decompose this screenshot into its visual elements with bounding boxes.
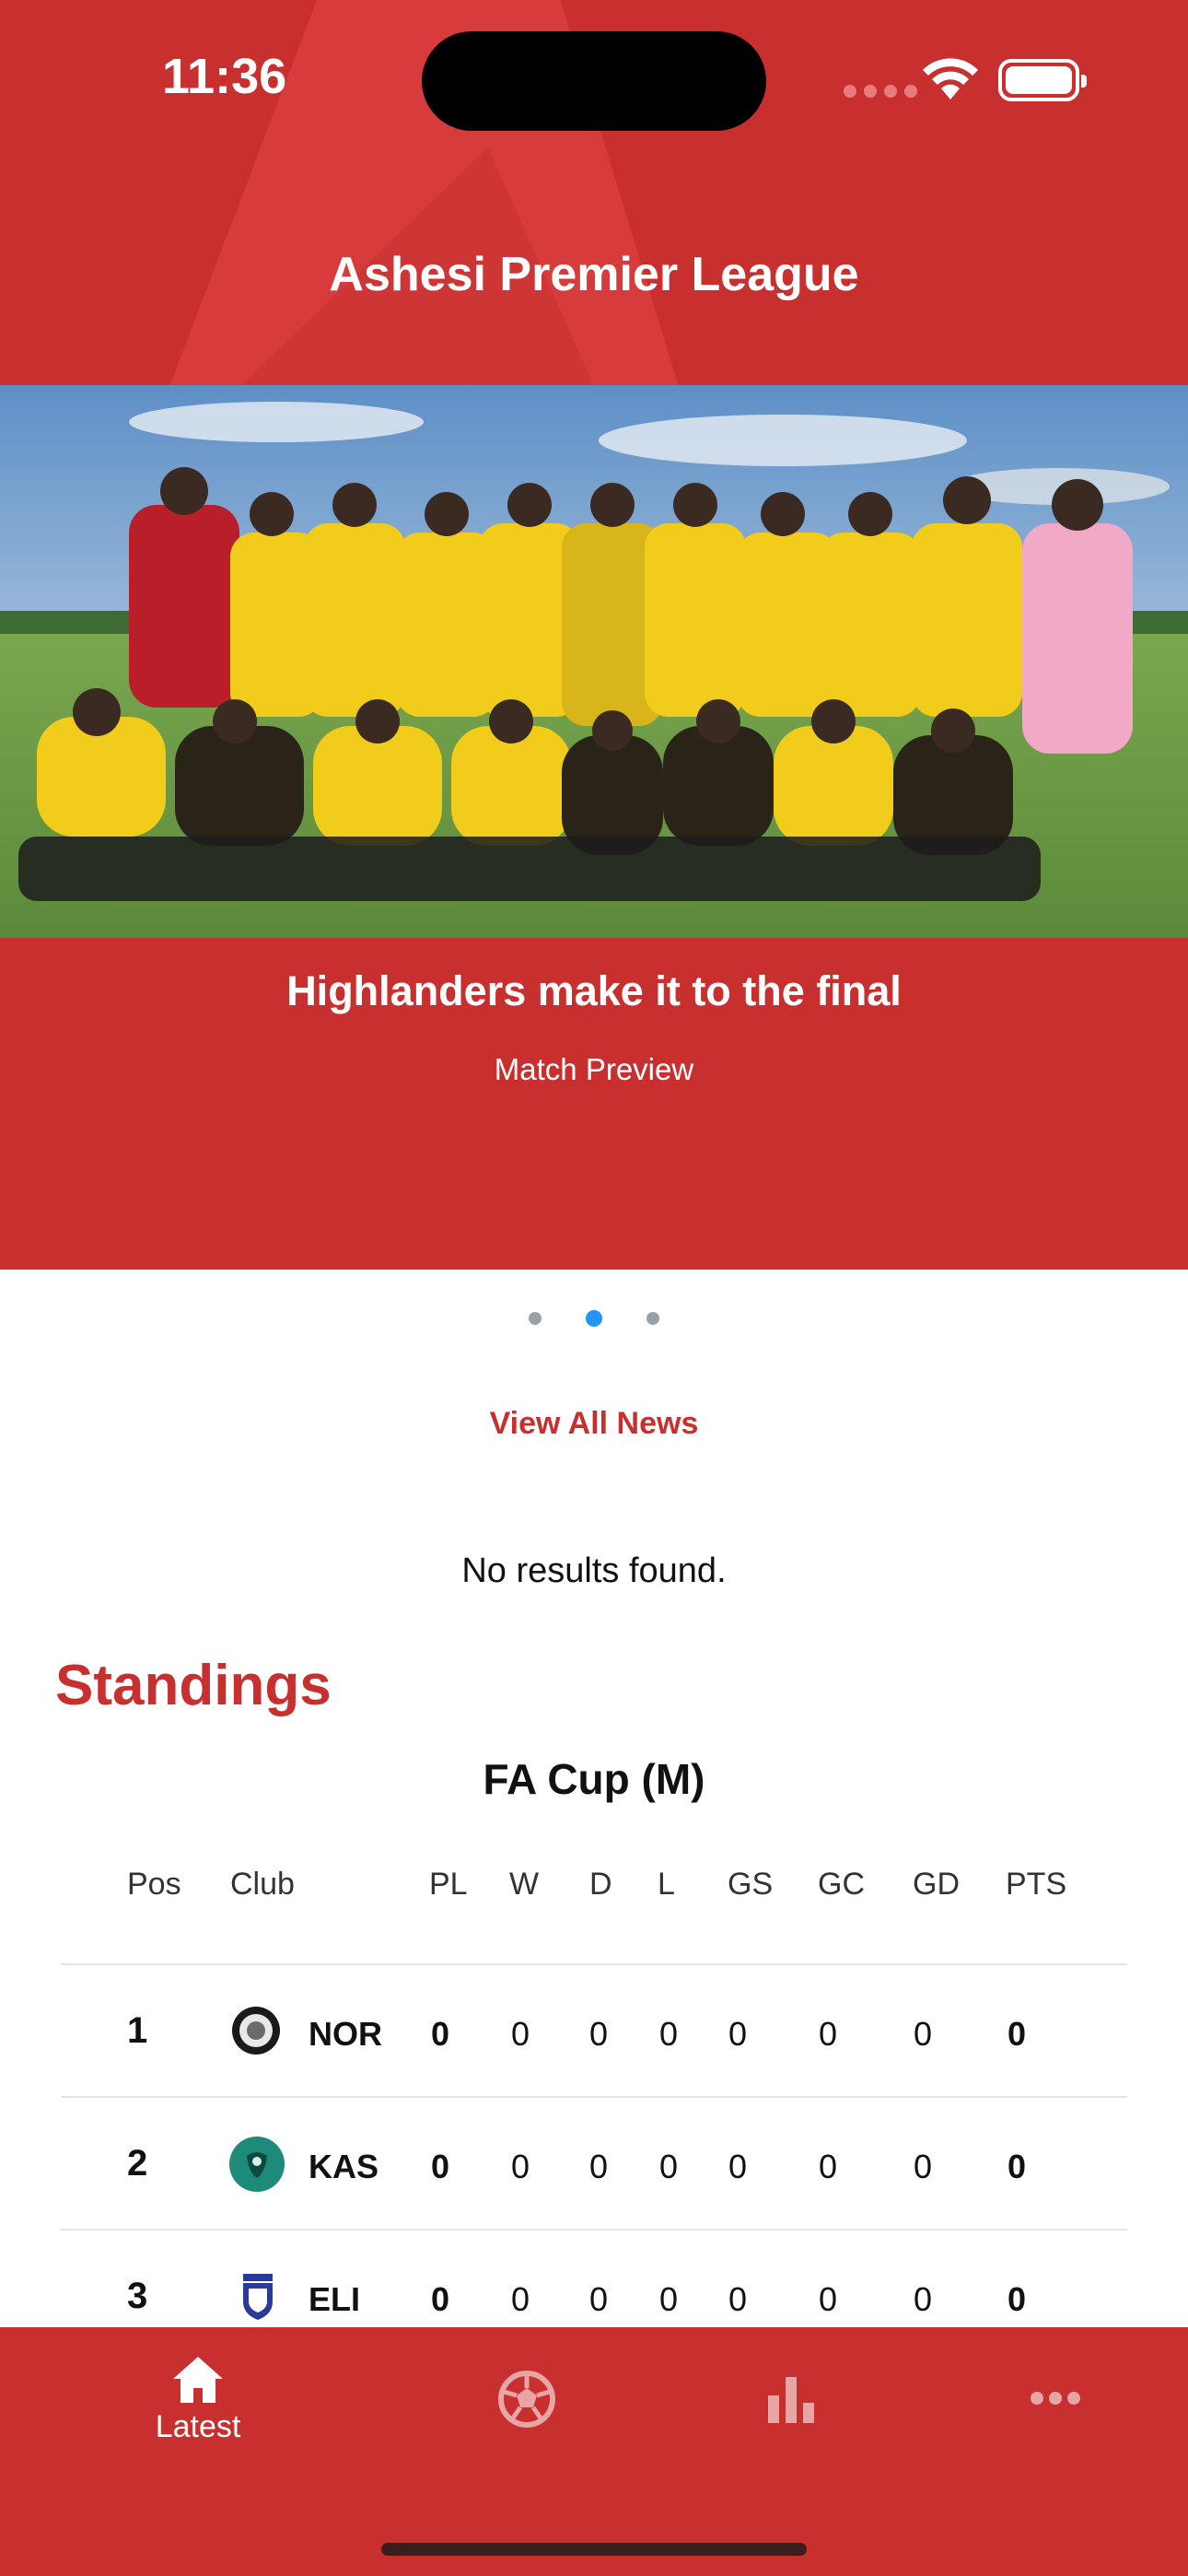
stat-gc: 0 (819, 2148, 838, 2185)
tab-latest-label: Latest (155, 2409, 241, 2444)
carousel-dot[interactable] (529, 1312, 542, 1325)
stat-pts: 0 (1007, 2148, 1027, 2185)
stat-l: 0 (659, 2148, 679, 2185)
tab-more[interactable] (1030, 2388, 1081, 2413)
tab-matches[interactable] (497, 2370, 556, 2433)
stat-d: 0 (589, 2280, 609, 2318)
column-header-l: L (658, 1867, 675, 1902)
tab-latest[interactable]: Latest (138, 2355, 258, 2445)
stat-pts: 0 (1007, 2280, 1027, 2318)
stat-gs: 0 (728, 2148, 748, 2185)
stat-d: 0 (589, 2015, 609, 2053)
stat-gs: 0 (728, 2280, 748, 2318)
stat-pts: 0 (1007, 2015, 1027, 2053)
stat-d: 0 (589, 2148, 609, 2185)
row-position: 2 (127, 2143, 148, 2184)
column-header-gc: GC (818, 1867, 865, 1902)
carousel-dot-active[interactable] (586, 1310, 602, 1327)
club-name: NOR (309, 2015, 382, 2053)
stat-gs: 0 (728, 2015, 748, 2053)
battery-icon (998, 59, 1087, 101)
row-position: 1 (127, 2010, 148, 2051)
featured-team-photo[interactable] (0, 385, 1188, 938)
club-crest-icon (243, 2274, 273, 2320)
status-time: 11:36 (162, 49, 287, 104)
stat-gc: 0 (819, 2015, 838, 2053)
cellular-signal-icon (844, 85, 917, 98)
tab-stats[interactable] (766, 2375, 816, 2428)
dynamic-island (422, 31, 766, 131)
news-empty-message: No results found. (461, 1551, 727, 1590)
carousel-dot[interactable] (646, 1312, 659, 1325)
team-back-row (129, 467, 1133, 754)
column-header-club: Club (230, 1867, 295, 1902)
stat-w: 0 (511, 2015, 530, 2053)
stat-gc: 0 (819, 2280, 838, 2318)
column-header-pos: Pos (127, 1867, 181, 1902)
column-header-d: D (589, 1867, 612, 1902)
table-divider (61, 1963, 1127, 1965)
stat-pl: 0 (431, 2015, 450, 2053)
club-crest-icon (229, 2137, 285, 2192)
stat-gd: 0 (914, 2280, 933, 2318)
stat-l: 0 (659, 2280, 679, 2318)
row-position: 3 (127, 2276, 148, 2316)
club-name: ELI (309, 2280, 361, 2318)
stat-gd: 0 (914, 2148, 933, 2185)
more-icon (1031, 2392, 1080, 2405)
carousel-pagination[interactable] (0, 1310, 1188, 1327)
stat-w: 0 (511, 2280, 530, 2318)
stat-pl: 0 (431, 2280, 450, 2318)
club-crest-icon (232, 2007, 280, 2055)
featured-subtitle: Match Preview (494, 1052, 694, 1086)
column-header-w: W (509, 1867, 540, 1902)
wifi-icon (923, 58, 978, 100)
stat-pl: 0 (431, 2148, 450, 2185)
app-title: Ashesi Premier League (329, 248, 859, 301)
home-indicator[interactable] (381, 2543, 807, 2556)
standings-title: Standings (55, 1654, 332, 1717)
competition-title: FA Cup (M) (483, 1755, 705, 1803)
column-header-gs: GS (728, 1867, 774, 1902)
home-icon (173, 2357, 223, 2403)
column-header-pl: PL (429, 1867, 468, 1902)
table-divider (61, 2096, 1127, 2098)
bar-chart-icon (768, 2377, 814, 2423)
stat-l: 0 (659, 2015, 679, 2053)
table-divider (61, 2229, 1127, 2231)
column-header-pts: PTS (1006, 1867, 1067, 1902)
club-name: KAS (309, 2148, 379, 2185)
column-header-gd: GD (913, 1867, 960, 1902)
soccer-ball-icon (498, 2371, 555, 2428)
view-all-news-link[interactable]: View All News (0, 1406, 1188, 1442)
stat-w: 0 (511, 2148, 530, 2185)
stat-gd: 0 (914, 2015, 933, 2053)
featured-headline[interactable]: Highlanders make it to the final (0, 967, 1188, 1015)
